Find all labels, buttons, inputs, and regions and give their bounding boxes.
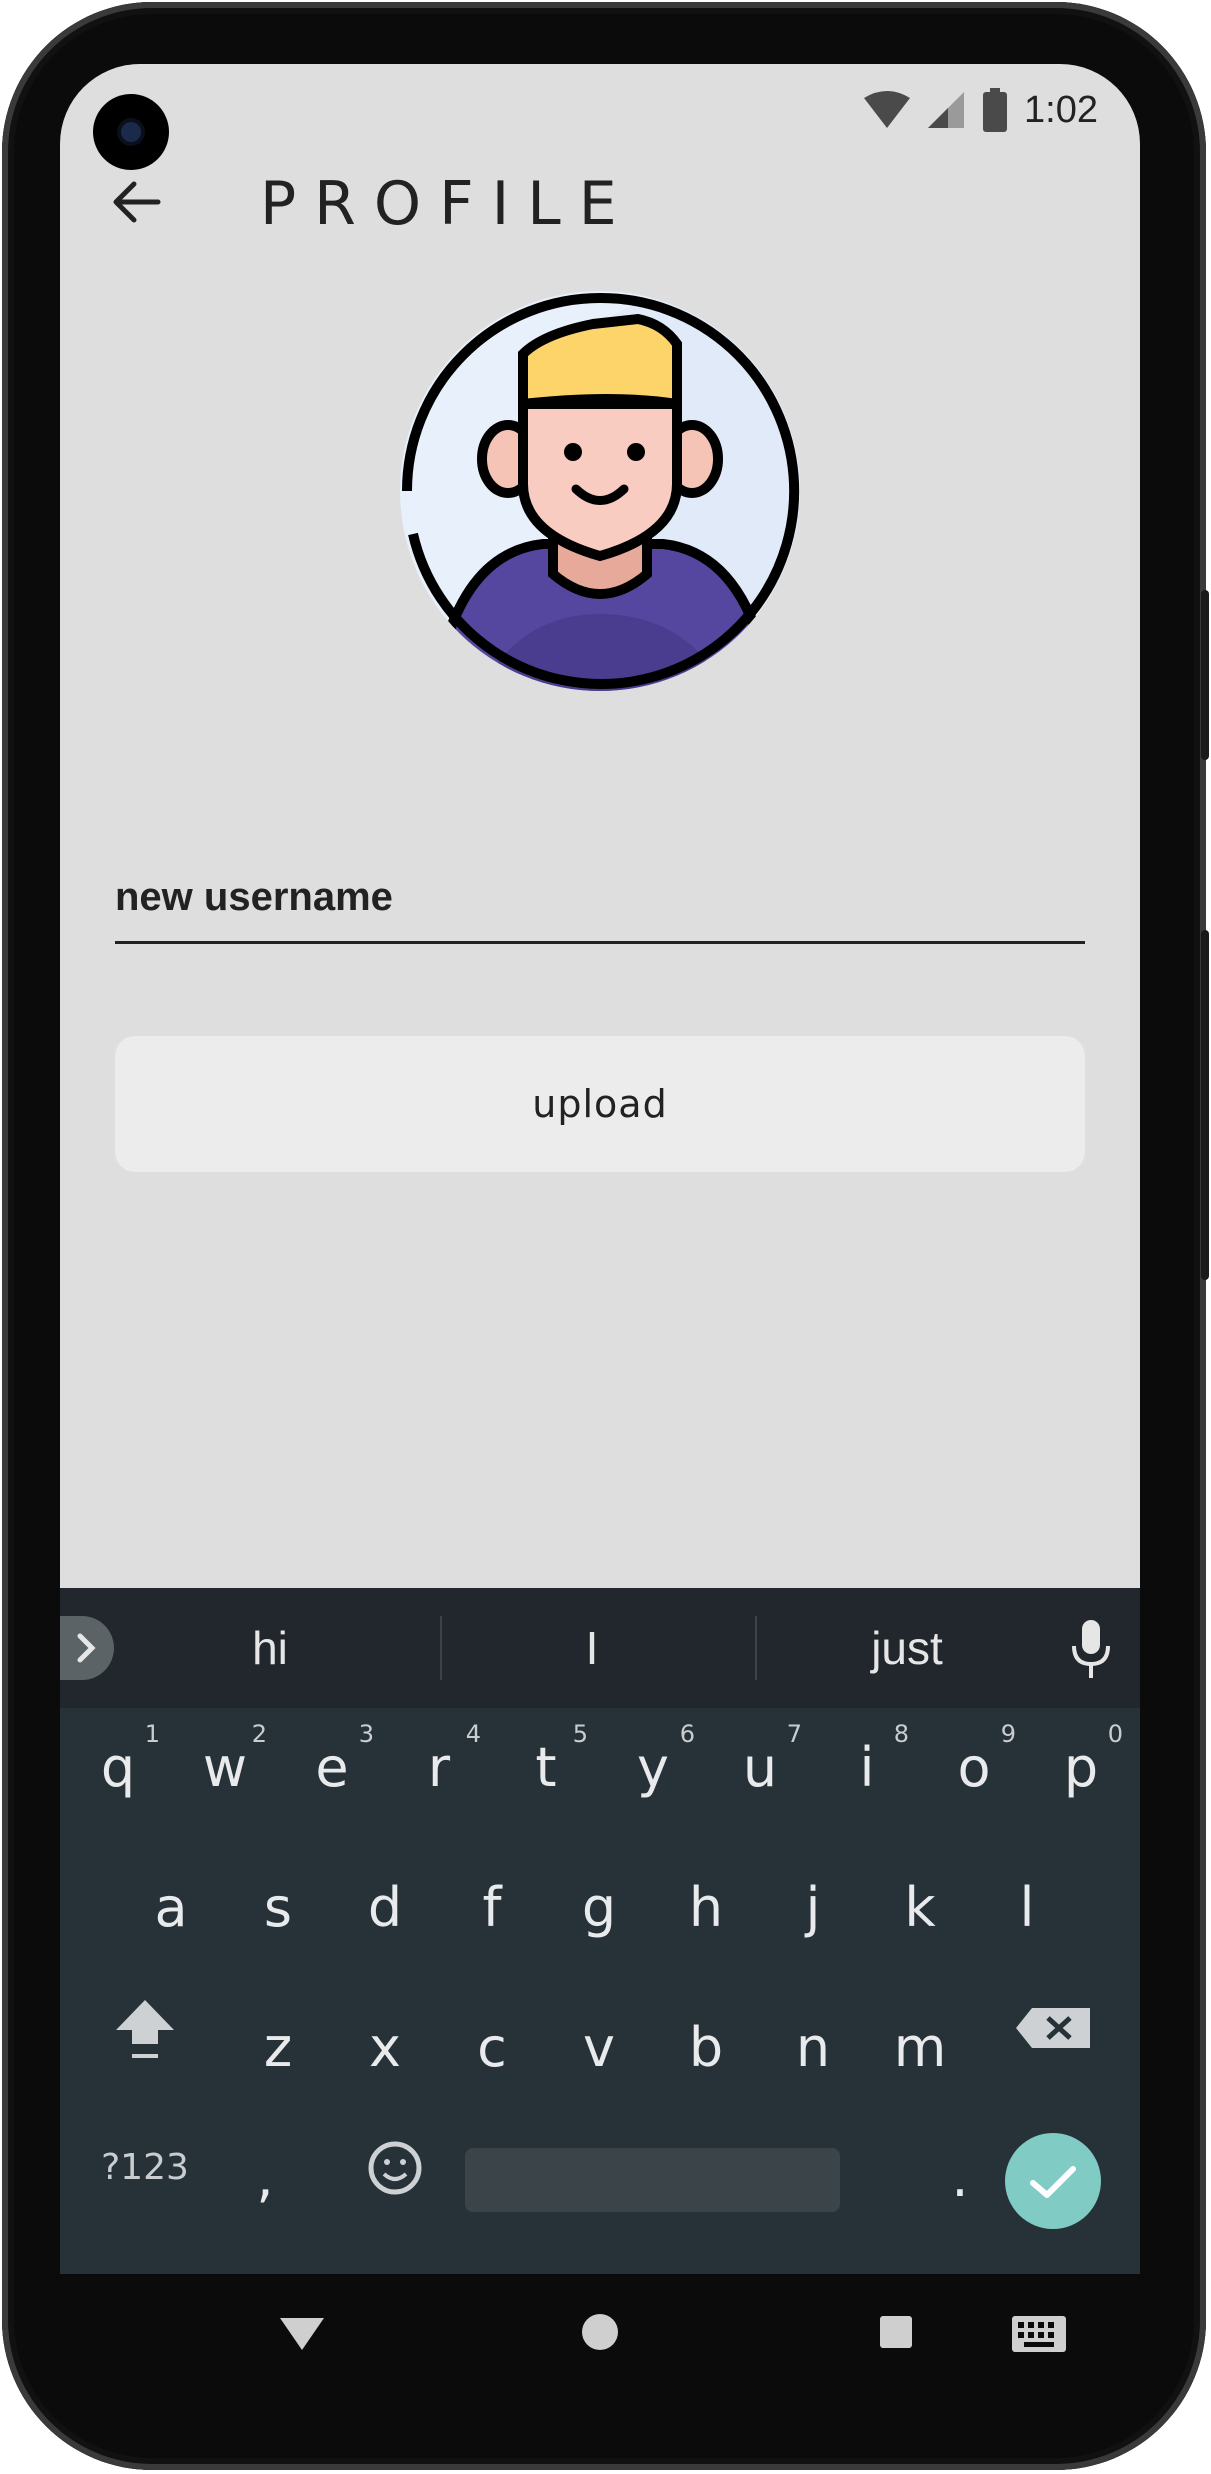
key-label: w <box>202 1736 248 1799</box>
key-label: r <box>427 1736 451 1799</box>
key-v[interactable]: v <box>549 1988 649 2108</box>
key-k[interactable]: k <box>870 1848 970 1968</box>
key-x[interactable]: x <box>335 1988 435 2108</box>
volume-button <box>1201 930 1209 1280</box>
screen: 1:02 PROFILE upload <box>60 64 1140 2274</box>
enter-check-icon[interactable] <box>1005 2133 1101 2229</box>
back-arrow-icon[interactable] <box>108 174 164 230</box>
key-b[interactable]: b <box>656 1988 756 2108</box>
username-field[interactable] <box>115 824 1085 944</box>
key-number-hint: 3 <box>358 1720 374 1748</box>
key-z[interactable]: z <box>228 1988 328 2108</box>
key-label: i <box>859 1736 875 1799</box>
power-button <box>1201 590 1209 760</box>
key-number-hint: 2 <box>251 1720 267 1748</box>
keyboard-switch-icon[interactable] <box>1010 2314 1068 2354</box>
home-circle-icon[interactable] <box>580 2312 620 2352</box>
status-bar: 1:02 <box>864 80 1098 140</box>
key-m[interactable]: m <box>870 1988 970 2108</box>
suggestion-1[interactable]: hi <box>120 1588 420 1708</box>
key-label: q <box>100 1736 136 1799</box>
key-label: u <box>742 1736 778 1799</box>
key-number-hint: 6 <box>679 1720 695 1748</box>
key-label: o <box>957 1736 991 1799</box>
key-u[interactable]: u7 <box>710 1708 810 1828</box>
key-label: p <box>1063 1736 1099 1799</box>
key-n[interactable]: n <box>763 1988 863 2108</box>
key-number-hint: 4 <box>465 1720 481 1748</box>
key-d[interactable]: d <box>335 1848 435 1968</box>
key-c[interactable]: c <box>442 1988 542 2108</box>
backspace-icon[interactable] <box>1010 1968 1100 2088</box>
key-label: e <box>315 1736 349 1799</box>
front-camera <box>93 94 169 170</box>
expand-toolbar-button[interactable] <box>60 1616 114 1680</box>
soft-keyboard: hi I just q1w2e3r4t5y6u7i8o9p0 asdfghjkl… <box>60 1588 1140 2274</box>
key-number-hint: 8 <box>893 1720 909 1748</box>
key-number-hint: 0 <box>1107 1720 1123 1748</box>
symbols-key[interactable]: ?123 <box>80 2108 210 2228</box>
key-h[interactable]: h <box>656 1848 756 1968</box>
key-t[interactable]: t5 <box>496 1708 596 1828</box>
key-number-hint: 1 <box>144 1720 160 1748</box>
key-label: t <box>535 1736 557 1799</box>
wifi-icon <box>864 91 911 128</box>
suggestion-3[interactable]: just <box>757 1588 1057 1708</box>
navigation-bar <box>60 2274 1140 2404</box>
page-title: PROFILE <box>260 169 635 239</box>
key-l[interactable]: l <box>977 1848 1077 1968</box>
key-label: y <box>637 1736 669 1799</box>
cellular-signal-icon <box>928 92 965 128</box>
key-s[interactable]: s <box>228 1848 328 1968</box>
battery-icon <box>983 88 1008 132</box>
key-e[interactable]: e3 <box>282 1708 382 1828</box>
period-key[interactable]: . <box>930 2118 990 2238</box>
upload-button[interactable]: upload <box>115 1036 1085 1172</box>
key-q[interactable]: q1 <box>68 1708 168 1828</box>
key-number-hint: 5 <box>572 1720 588 1748</box>
microphone-icon[interactable] <box>1068 1618 1114 1680</box>
key-o[interactable]: o9 <box>924 1708 1024 1828</box>
clock-time: 1:02 <box>1024 88 1098 131</box>
key-number-hint: 9 <box>1000 1720 1016 1748</box>
key-r[interactable]: r4 <box>389 1708 489 1828</box>
key-number-hint: 7 <box>786 1720 802 1748</box>
suggestion-strip: hi I just <box>60 1588 1140 1708</box>
key-p[interactable]: p0 <box>1031 1708 1131 1828</box>
comma-key[interactable]: , <box>230 2118 300 2238</box>
shift-icon[interactable] <box>100 1968 190 2088</box>
username-input[interactable] <box>115 824 1085 944</box>
recents-square-icon[interactable] <box>878 2314 914 2350</box>
key-w[interactable]: w2 <box>175 1708 275 1828</box>
emoji-icon[interactable] <box>350 2108 440 2228</box>
key-g[interactable]: g <box>549 1848 649 1968</box>
suggestion-2[interactable]: I <box>442 1588 742 1708</box>
spacebar[interactable] <box>465 2148 840 2212</box>
key-i[interactable]: i8 <box>817 1708 917 1828</box>
back-triangle-icon[interactable] <box>280 2314 324 2354</box>
chevron-right-icon <box>77 1633 96 1663</box>
key-a[interactable]: a <box>121 1848 221 1968</box>
avatar[interactable] <box>393 284 807 698</box>
key-j[interactable]: j <box>763 1848 863 1968</box>
key-y[interactable]: y6 <box>603 1708 703 1828</box>
key-f[interactable]: f <box>442 1848 542 1968</box>
